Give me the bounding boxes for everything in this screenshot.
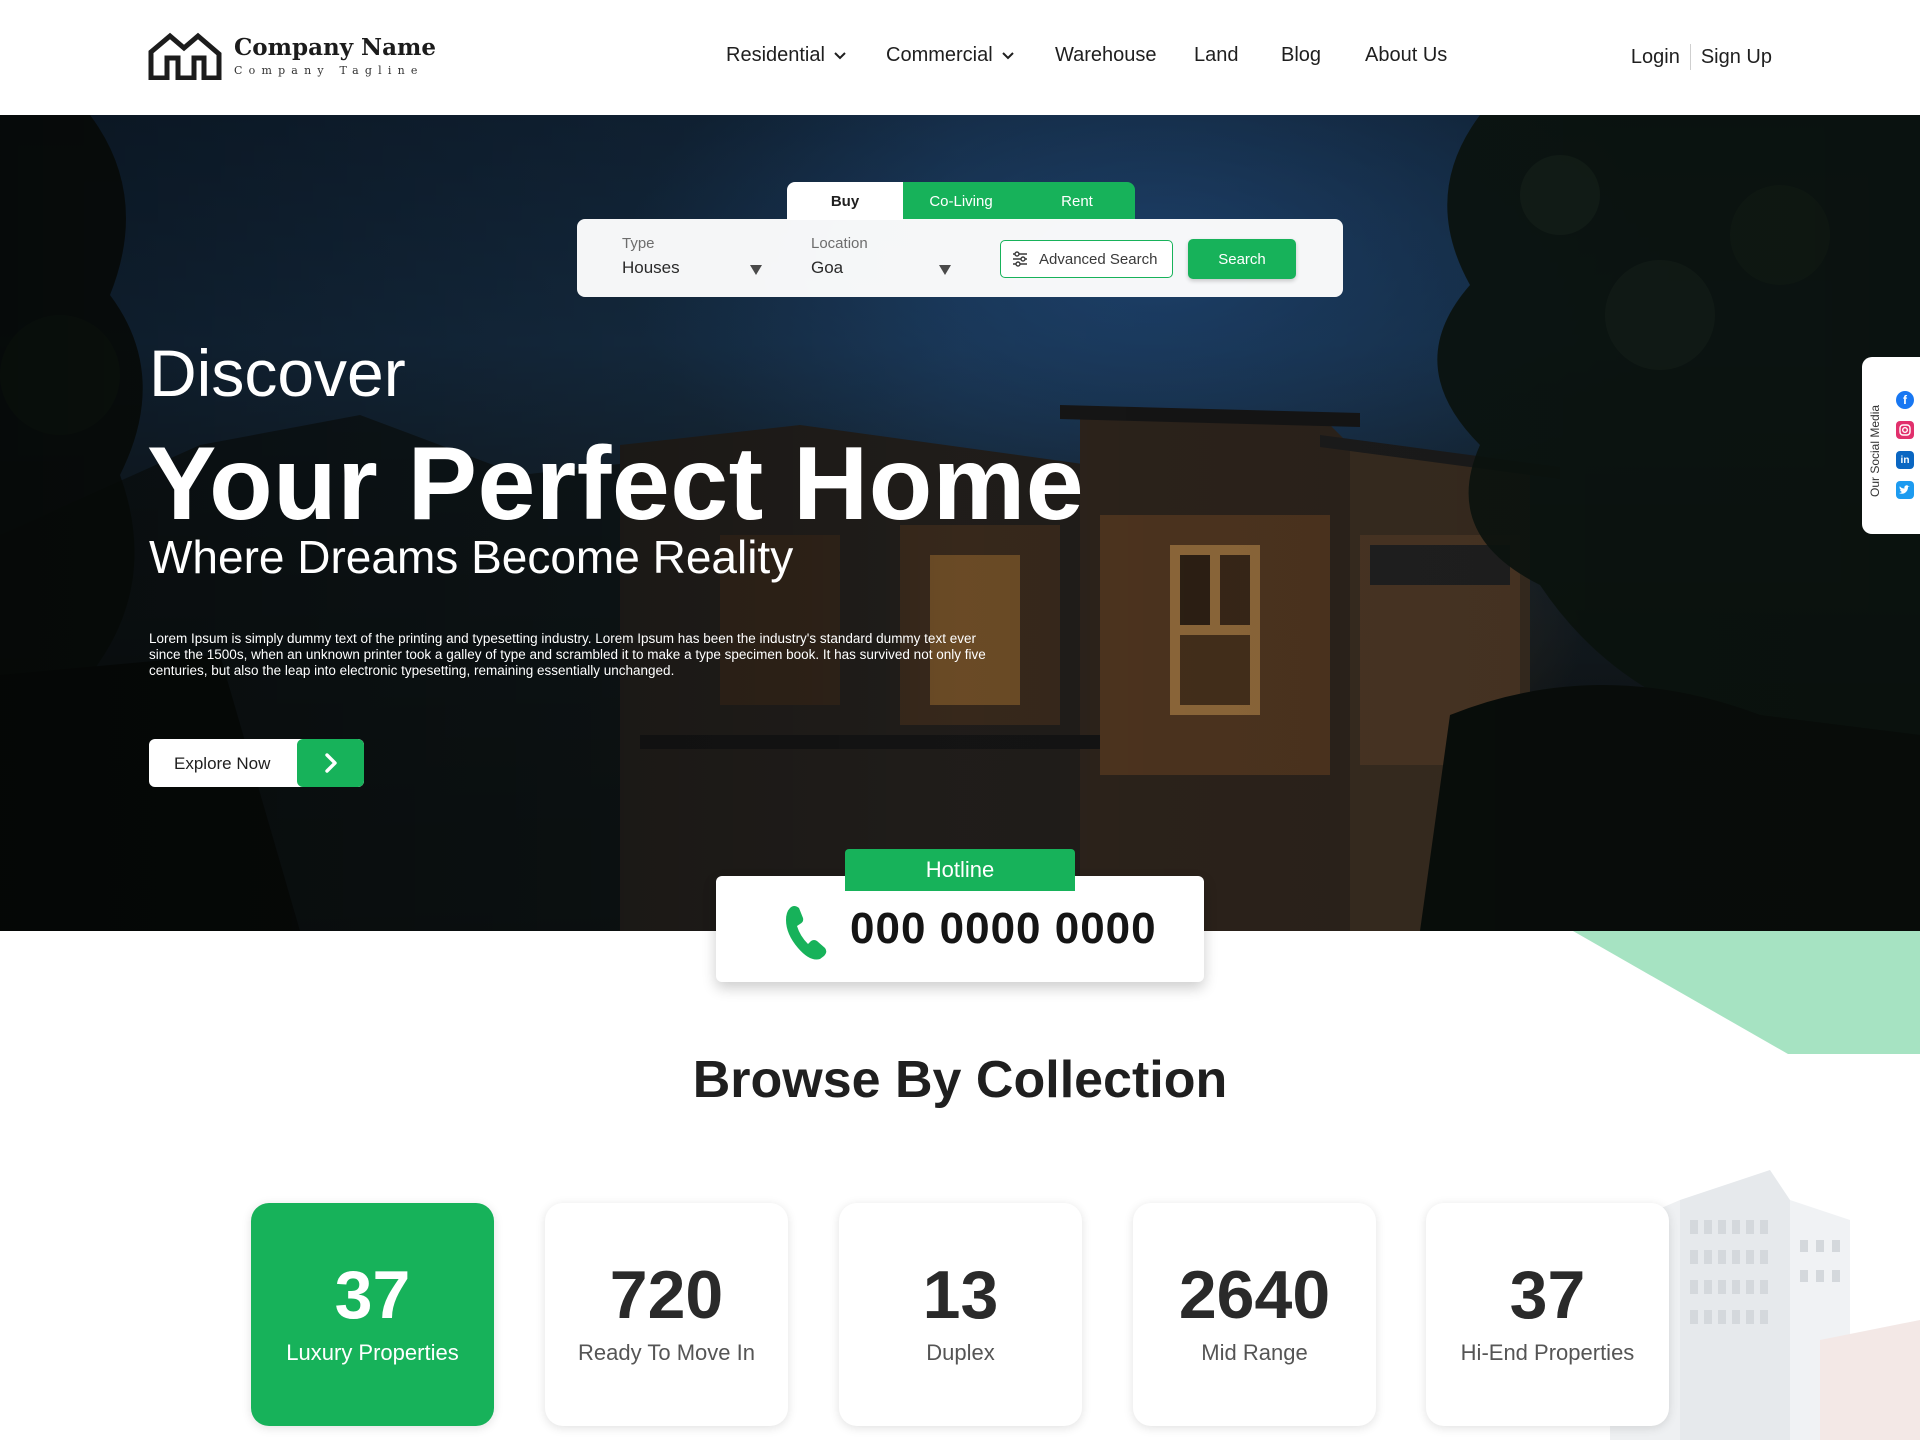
collection-card-duplex[interactable]: 13 Duplex — [839, 1203, 1082, 1426]
site-header: Company Name Company Tagline Residential… — [0, 0, 1920, 115]
collection-label: Duplex — [926, 1340, 995, 1365]
nav-commercial[interactable]: Commercial — [886, 44, 1015, 67]
hotline-card[interactable]: 000 0000 0000 — [716, 876, 1204, 982]
collection-card-mid-range[interactable]: 2640 Mid Range — [1133, 1203, 1376, 1426]
collection-count: 13 — [922, 1257, 999, 1333]
explore-now-button[interactable]: Explore Now — [149, 739, 364, 787]
property-search-box: Type Houses Location Goa Advanced Search… — [577, 219, 1343, 297]
advanced-search-button[interactable]: Advanced Search — [1000, 240, 1173, 278]
nav-land-label: Land — [1194, 44, 1239, 66]
nav-residential[interactable]: Residential — [726, 44, 847, 67]
decorative-triangle — [1573, 931, 1920, 1054]
explore-now-label: Explore Now — [174, 754, 271, 773]
tab-buy[interactable]: Buy — [787, 182, 903, 220]
tab-co-living[interactable]: Co-Living — [903, 182, 1019, 220]
hotline-label: Hotline — [845, 849, 1075, 891]
nav-commercial-label: Commercial — [886, 44, 993, 66]
sliders-icon — [1013, 251, 1027, 267]
signup-link[interactable]: Sign Up — [1701, 46, 1772, 69]
phone-icon — [786, 906, 827, 960]
location-label: Location — [811, 235, 868, 252]
nav-warehouse[interactable]: Warehouse — [1055, 44, 1157, 67]
nav-residential-label: Residential — [726, 44, 825, 66]
advanced-search-label: Advanced Search — [1039, 250, 1158, 268]
collection-card-ready-to-move[interactable]: 720 Ready To Move In — [545, 1203, 788, 1426]
social-media-panel: Our Social Media f in — [1862, 357, 1920, 534]
caret-down-icon — [750, 265, 762, 275]
collection-count: 2640 — [1178, 1257, 1331, 1333]
collection-card-luxury[interactable]: 37 Luxury Properties — [251, 1203, 494, 1426]
hero-subtitle: Where Dreams Become Reality — [149, 531, 794, 583]
collection-count: 720 — [609, 1257, 724, 1333]
hero-paragraph: Lorem Ipsum is simply dummy text of the … — [149, 631, 986, 678]
location-select[interactable]: Location Goa — [811, 235, 951, 278]
type-select[interactable]: Type Houses — [622, 235, 762, 278]
auth-links: Login Sign Up — [1631, 44, 1772, 70]
nav-about-us[interactable]: About Us — [1365, 44, 1447, 67]
nav-land[interactable]: Land — [1194, 44, 1239, 67]
nav-about-label: About Us — [1365, 44, 1448, 66]
collection-card-hi-end[interactable]: 37 Hi-End Properties — [1426, 1203, 1669, 1426]
search-button[interactable]: Search — [1188, 239, 1296, 279]
hero-discover: Discover — [149, 336, 406, 410]
type-value: Houses — [622, 258, 680, 277]
twitter-icon[interactable] — [1896, 481, 1914, 499]
hero-title: Your Perfect Home — [147, 426, 1085, 542]
collection-label: Ready To Move In — [578, 1340, 755, 1365]
nav-blog-label: Blog — [1281, 44, 1322, 66]
type-label: Type — [622, 235, 655, 252]
nav-blog[interactable]: Blog — [1281, 44, 1321, 67]
auth-divider — [1689, 44, 1691, 70]
collection-count: 37 — [1509, 1257, 1586, 1333]
collection-label: Hi-End Properties — [1460, 1340, 1635, 1365]
hotline-number: 000 0000 0000 — [850, 904, 1157, 953]
tab-rent[interactable]: Rent — [1019, 182, 1135, 220]
collection-count: 37 — [334, 1257, 411, 1333]
browse-by-collection-title: Browse By Collection — [692, 1051, 1228, 1109]
nav-warehouse-label: Warehouse — [1055, 44, 1157, 66]
facebook-icon[interactable]: f — [1896, 391, 1914, 409]
search-tabs: Buy Co-Living Rent — [787, 182, 1135, 220]
instagram-icon[interactable] — [1896, 421, 1914, 439]
linkedin-icon[interactable]: in — [1896, 451, 1914, 469]
chevron-down-icon — [1001, 51, 1014, 59]
caret-down-icon — [939, 265, 951, 275]
login-link[interactable]: Login — [1631, 46, 1680, 69]
chevron-right-icon — [297, 739, 364, 787]
chevron-down-icon — [834, 51, 846, 59]
location-value: Goa — [811, 258, 844, 277]
collection-label: Mid Range — [1201, 1340, 1308, 1365]
hero-section: Buy Co-Living Rent Type Houses Location … — [0, 115, 1920, 931]
social-media-label: Our Social Media — [1868, 404, 1882, 497]
collection-label: Luxury Properties — [286, 1340, 459, 1365]
